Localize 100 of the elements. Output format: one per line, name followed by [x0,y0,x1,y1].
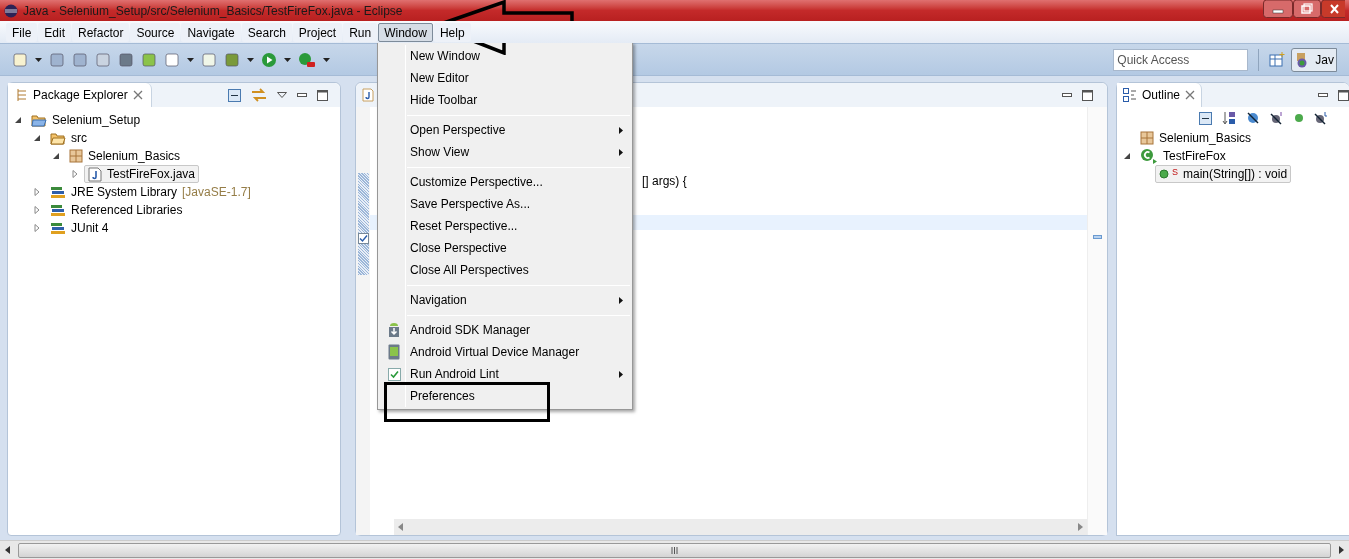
menu-item[interactable]: Search [241,22,292,42]
project-folder-icon [31,113,47,127]
menu-entry[interactable]: Save Perspective As... [410,195,531,213]
tree-item[interactable]: JRE System Library [JavaSE-1.7] [46,183,255,201]
tree-label: TestFireFox.java [107,166,196,183]
outline-icon [1123,88,1137,102]
eclipse-logo-icon [4,3,18,18]
package-icon [69,149,83,163]
menu-item[interactable]: Navigate [181,22,241,42]
java-file-icon[interactable] [362,88,374,102]
open-perspective-icon[interactable] [1269,51,1286,68]
tree-item[interactable]: TestFireFox.java [84,165,200,183]
menu-item[interactable]: Help [433,22,471,42]
menu-entry[interactable]: New Window [410,47,481,65]
collapsed-icon[interactable] [33,188,41,196]
hierarchy-icon [16,88,28,102]
library-icon [50,185,66,199]
minimize-icon[interactable] [297,93,307,97]
submenu-arrow-icon [619,370,623,378]
menu-item[interactable]: File [6,22,38,42]
package-icon [1140,131,1154,145]
menu-entry[interactable]: Customize Perspective... [410,173,543,191]
expanded-icon[interactable] [52,152,60,160]
public-member-icon[interactable] [1294,113,1304,123]
menu-entry[interactable]: Run Android Lint [410,365,499,383]
menu-entry[interactable]: Preferences [410,387,475,405]
java-perspective-button[interactable]: Jav [1291,47,1337,72]
library-icon [50,221,66,235]
tree-label: main(String[]) : void [1183,166,1288,183]
java-file-icon [88,166,102,182]
scrollbar-thumb[interactable] [18,542,1331,558]
window-scrollbar[interactable] [0,540,1349,559]
menu-entry[interactable]: Close Perspective [410,239,507,257]
maximize-icon[interactable] [317,89,328,101]
view-tab[interactable]: Outline [1117,83,1203,107]
quick-access-field[interactable]: Quick Access [1113,48,1249,71]
library-version: [JavaSE-1.7] [182,184,251,201]
collapsed-icon[interactable] [33,206,41,214]
tree-label: JRE System Library [71,184,178,201]
minimize-icon[interactable] [1318,93,1328,97]
menu-entry[interactable]: New Editor [410,69,469,87]
minimize-window-icon[interactable] [1263,0,1293,18]
restore-window-icon[interactable] [1293,0,1321,18]
tree-label: TestFireFox [1163,148,1226,165]
tree-item[interactable]: TestFireFox [1136,147,1230,165]
window-title: Java - Selenium_Setup/src/Selenium_Basics/TestFireFox.java - Eclipse [23,2,403,20]
tree-label: Selenium_Basics [88,148,181,165]
menu-entry[interactable]: Hide Toolbar [410,91,478,109]
dropdown-icon[interactable] [284,57,291,62]
tree-item[interactable]: src [46,129,91,147]
menu-item[interactable]: Refactor [72,22,130,42]
menu-item[interactable]: Run [343,22,378,42]
dropdown-icon[interactable] [35,57,42,62]
view-tab[interactable]: Package Explorer [8,83,152,107]
static-label: S [1172,166,1178,179]
menu-entry[interactable]: Close All Perspectives [410,261,529,279]
hide-local-icon[interactable] [1314,111,1328,125]
menu-item[interactable]: Edit [38,22,72,42]
dropdown-icon[interactable] [323,57,330,62]
tree-label: Selenium_Basics [1159,130,1252,147]
submenu-arrow-icon [619,148,623,156]
menu-entry[interactable]: Open Perspective [410,121,506,139]
menu-item[interactable]: Project [292,22,343,42]
menu-item[interactable]: Source [130,22,181,42]
run-icon[interactable] [261,51,277,68]
close-window-icon[interactable] [1321,0,1345,18]
tree-item[interactable]: Selenium_Basics [1136,129,1256,147]
maximize-icon[interactable] [1082,89,1093,101]
minimize-icon[interactable] [1062,93,1072,97]
maximize-icon[interactable] [1338,89,1349,101]
code-line: [] args) { [642,173,687,190]
expanded-icon[interactable] [1123,152,1131,160]
collapsed-icon[interactable] [71,170,79,178]
sort-icon[interactable] [1222,111,1236,125]
tree-item[interactable]: S main(String[]) : void [1155,165,1292,183]
menu-item[interactable]: Window [378,22,433,42]
hide-static-icon[interactable] [1270,111,1284,125]
collapse-all-icon[interactable] [1199,111,1212,125]
tree-item[interactable]: Selenium_Setup [27,111,145,129]
collapsed-icon[interactable] [33,224,41,232]
close-icon[interactable] [132,90,143,100]
hide-fields-icon[interactable] [1246,111,1260,125]
menu-entry[interactable]: Android SDK Manager [410,321,531,339]
tree-item[interactable]: Selenium_Basics [65,147,185,165]
menu-entry[interactable]: Android Virtual Device Manager [410,343,580,361]
tree-item[interactable]: JUnit 4 [46,219,113,237]
close-icon[interactable] [1185,90,1196,100]
dropdown-icon[interactable] [247,57,254,62]
submenu-arrow-icon [619,126,623,134]
menu-entry[interactable]: Navigation [410,291,467,309]
menu-entry[interactable]: Reset Perspective... [410,217,518,235]
external-run-icon[interactable] [298,51,316,68]
expanded-icon[interactable] [33,134,41,142]
expanded-icon[interactable] [14,116,22,124]
tree-item[interactable]: Referenced Libraries [46,201,187,219]
view-menu-icon[interactable] [277,92,287,98]
submenu-arrow-icon [619,296,623,304]
dropdown-icon[interactable] [187,57,194,62]
menu-entry[interactable]: Show View [410,143,470,161]
collapse-all-icon[interactable] [228,88,241,102]
